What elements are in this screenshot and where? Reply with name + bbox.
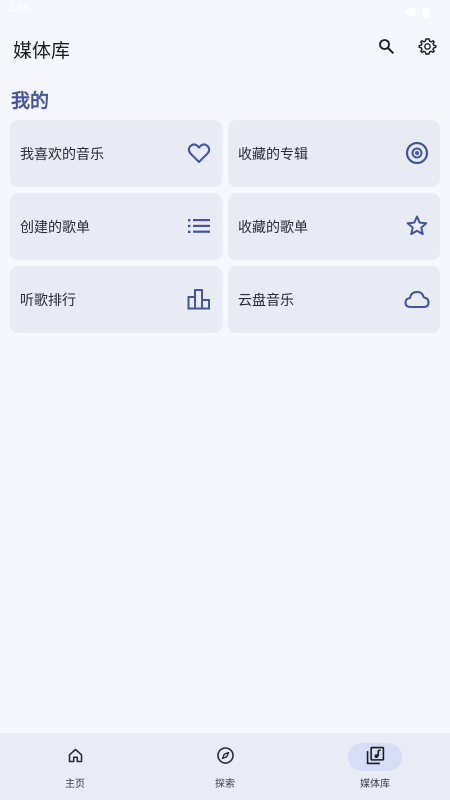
compass-icon (216, 746, 235, 769)
nav-item-home[interactable]: 主页 (0, 733, 150, 800)
card-label: 云盘音乐 (238, 293, 294, 309)
nav-label: 媒体库 (360, 779, 390, 790)
nav-item-explore[interactable]: 探索 (150, 733, 300, 800)
page-title: 媒体库 (13, 40, 71, 62)
home-icon (67, 747, 84, 768)
card-liked-music[interactable]: 我喜欢的音乐 (10, 120, 222, 187)
battery-icon (423, 3, 430, 22)
nav-pill-active (348, 743, 402, 771)
nav-pill (48, 743, 102, 771)
top-app-bar: 媒体库 (0, 24, 450, 72)
card-created-playlists[interactable]: 创建的歌单 (10, 193, 222, 260)
card-listening-ranking[interactable]: 听歌排行 (10, 266, 222, 333)
gear-icon (417, 37, 437, 60)
section-title: 我的 (11, 90, 50, 112)
search-icon (377, 37, 395, 59)
card-label: 听歌排行 (20, 293, 76, 309)
settings-button[interactable] (414, 35, 440, 61)
list-icon (186, 213, 212, 239)
nav-pill (198, 743, 252, 771)
card-label: 我喜欢的音乐 (20, 147, 104, 163)
chart-icon (186, 286, 212, 312)
nav-item-library[interactable]: 媒体库 (300, 733, 450, 800)
status-time: 2:46 (8, 2, 30, 14)
status-bar: 2:46 (0, 0, 450, 20)
heart-icon (186, 140, 212, 166)
search-button[interactable] (373, 35, 399, 61)
nav-label: 探索 (215, 779, 235, 790)
bottom-navigation: 主页 探索 媒体库 (0, 733, 450, 800)
wifi-icon (405, 3, 417, 22)
album-icon (404, 140, 430, 166)
library-music-icon (366, 746, 385, 769)
card-label: 收藏的专辑 (238, 147, 308, 163)
nav-label: 主页 (65, 779, 85, 790)
card-label: 收藏的歌单 (238, 220, 308, 236)
card-label: 创建的歌单 (20, 220, 90, 236)
card-saved-playlists[interactable]: 收藏的歌单 (228, 193, 440, 260)
cloud-icon (404, 286, 430, 312)
status-icons (405, 3, 430, 22)
card-saved-albums[interactable]: 收藏的专辑 (228, 120, 440, 187)
card-cloud-music[interactable]: 云盘音乐 (228, 266, 440, 333)
star-icon (404, 213, 430, 239)
